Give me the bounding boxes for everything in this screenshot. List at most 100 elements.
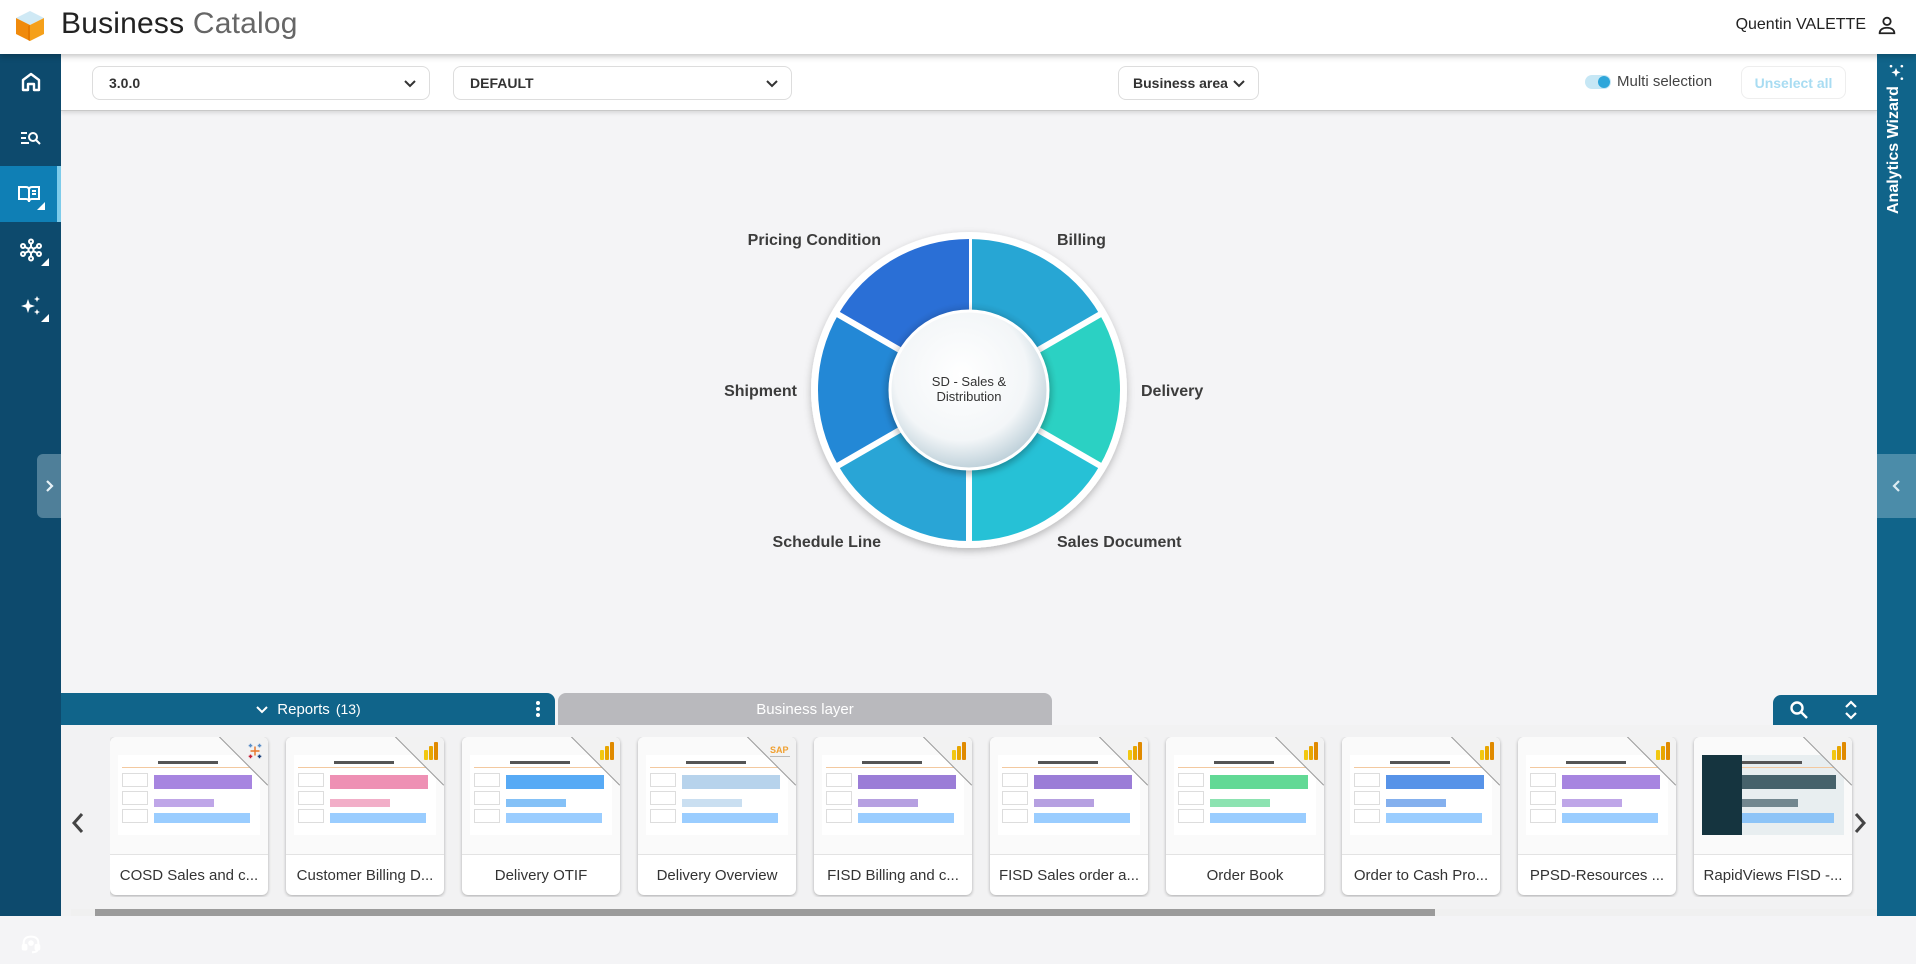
report-card-title: Order Book [1206, 866, 1284, 884]
powerbi-icon [1656, 742, 1670, 760]
wheel-label-pricing-condition[interactable]: Pricing Condition [748, 232, 881, 249]
report-card[interactable]: COSD Sales and c... [110, 737, 268, 895]
view-mode-dropdown[interactable]: Business area [1118, 66, 1259, 100]
report-card[interactable]: SAP Delivery Overview [638, 737, 796, 895]
report-thumbnail [1166, 737, 1324, 855]
user-icon[interactable] [1876, 14, 1898, 36]
report-card[interactable]: Customer Billing D... [286, 737, 444, 895]
nav-sparkles[interactable] [0, 278, 61, 334]
sparkles-icon [20, 296, 40, 315]
search-button[interactable] [1788, 699, 1810, 721]
report-card[interactable]: Order Book [1166, 737, 1324, 895]
report-card-title: Delivery OTIF [494, 866, 588, 884]
wheel-label-sales-document[interactable]: Sales Document [1057, 534, 1182, 551]
search-list-icon [20, 132, 41, 145]
report-card-title: FISD Billing and c... [827, 866, 959, 884]
carousel-prev-button[interactable] [66, 805, 90, 841]
sap-analytics-icon: SAP [770, 745, 790, 757]
scrollbar-thumb[interactable] [95, 909, 1435, 916]
report-card-title: FISD Sales order a... [998, 866, 1140, 884]
chevron-down-icon [404, 80, 416, 88]
report-thumbnail [1342, 737, 1500, 855]
expand-right-panel-button[interactable] [1877, 454, 1916, 518]
version-dropdown[interactable]: 3.0.0 [92, 66, 430, 100]
expand-collapse-button[interactable] [1840, 699, 1862, 721]
app-title-sub: Catalog [192, 7, 298, 40]
expand-collapse-icon [1845, 700, 1857, 720]
analytics-wizard-label: Analytics Wizard [1885, 86, 1902, 214]
wheel-center-label-line1: SD - Sales & [932, 374, 1007, 389]
business-area-wheel: SD - Sales & Distribution Billing Deliver… [724, 232, 1203, 551]
report-card-title: Delivery Overview [656, 866, 778, 884]
wheel-center-label-line2: Distribution [936, 389, 1001, 404]
expand-left-panel-button[interactable] [37, 454, 61, 518]
powerbi-icon [600, 742, 614, 760]
powerbi-icon [1480, 742, 1494, 760]
submenu-indicator [41, 258, 49, 266]
more-vertical-icon[interactable] [535, 700, 541, 718]
panel-tools [1773, 695, 1877, 725]
report-thumbnail [1518, 737, 1676, 855]
bottom-panel-tabs: Reports (13) Business layer [61, 693, 1877, 725]
carousel-next-button[interactable] [1848, 805, 1872, 841]
powerbi-icon [424, 742, 438, 760]
chevron-down-icon [766, 80, 778, 88]
nav-home[interactable] [0, 54, 61, 110]
chevron-left-icon [71, 813, 84, 833]
nav-catalog[interactable] [0, 166, 61, 222]
submenu-indicator [37, 202, 45, 210]
chevron-down-icon [1233, 80, 1245, 88]
report-card[interactable]: PPSD-Resources ... [1518, 737, 1676, 895]
report-thumbnail [990, 737, 1148, 855]
report-thumbnail [814, 737, 972, 855]
powerbi-icon [952, 742, 966, 760]
support-headset-icon [21, 935, 40, 954]
tab-business-layer[interactable]: Business layer [558, 693, 1052, 725]
reports-count: (13) [335, 701, 361, 717]
app-title-main: Business [61, 7, 185, 40]
powerbi-icon [1832, 742, 1846, 760]
tab-reports[interactable]: Reports (13) [61, 693, 555, 725]
version-dropdown-value: 3.0.0 [109, 75, 141, 91]
unselect-all-button[interactable]: Unselect all [1741, 66, 1846, 99]
multi-selection-toggle[interactable]: Multi selection [1585, 73, 1712, 90]
submenu-indicator [41, 314, 49, 322]
toggle-knob [1598, 75, 1610, 88]
app-title: Business Catalog [61, 7, 298, 41]
profile-dropdown[interactable]: DEFAULT [453, 66, 792, 100]
wheel-label-shipment[interactable]: Shipment [724, 383, 798, 400]
tableau-icon [248, 743, 262, 759]
report-thumbnail [462, 737, 620, 855]
report-card[interactable]: FISD Sales order a... [990, 737, 1148, 895]
report-thumbnail [110, 737, 268, 855]
powerbi-icon [1304, 742, 1318, 760]
filter-toolbar: 3.0.0 DEFAULT Business area Multi select… [61, 54, 1877, 111]
toggle-switch[interactable] [1585, 74, 1611, 89]
report-card[interactable]: FISD Billing and c... [814, 737, 972, 895]
chevron-right-icon [1854, 813, 1867, 833]
horizontal-scrollbar[interactable] [71, 909, 1877, 916]
report-cards: COSD Sales and c... Customer Billing D..… [110, 737, 1868, 897]
wheel-label-delivery[interactable]: Delivery [1141, 383, 1203, 400]
nav-network[interactable] [0, 222, 61, 278]
chevron-down-icon [256, 706, 268, 714]
nav-search[interactable] [0, 110, 61, 166]
top-bar: Business Catalog Quentin VALETTE [0, 0, 1916, 54]
tab-reports-label: Reports [277, 700, 330, 718]
report-card[interactable]: Order to Cash Pro... [1342, 737, 1500, 895]
svg-text:SAP: SAP [770, 745, 789, 755]
wheel-label-schedule-line[interactable]: Schedule Line [773, 534, 882, 551]
report-card[interactable]: Delivery OTIF [462, 737, 620, 895]
home-icon [21, 72, 40, 92]
wheel-label-billing[interactable]: Billing [1057, 232, 1106, 249]
report-thumbnail: SAP [638, 737, 796, 855]
report-thumbnail [286, 737, 444, 855]
view-mode-dropdown-value: Business area [1133, 75, 1228, 91]
report-card-title: COSD Sales and c... [119, 866, 259, 884]
report-card-title: Customer Billing D... [296, 866, 434, 884]
profile-dropdown-value: DEFAULT [470, 75, 534, 91]
multi-selection-label: Multi selection [1617, 73, 1713, 90]
user-name[interactable]: Quentin VALETTE [1736, 16, 1866, 34]
report-card[interactable]: RapidViews FISD -... [1694, 737, 1852, 895]
nav-support[interactable] [0, 924, 61, 964]
